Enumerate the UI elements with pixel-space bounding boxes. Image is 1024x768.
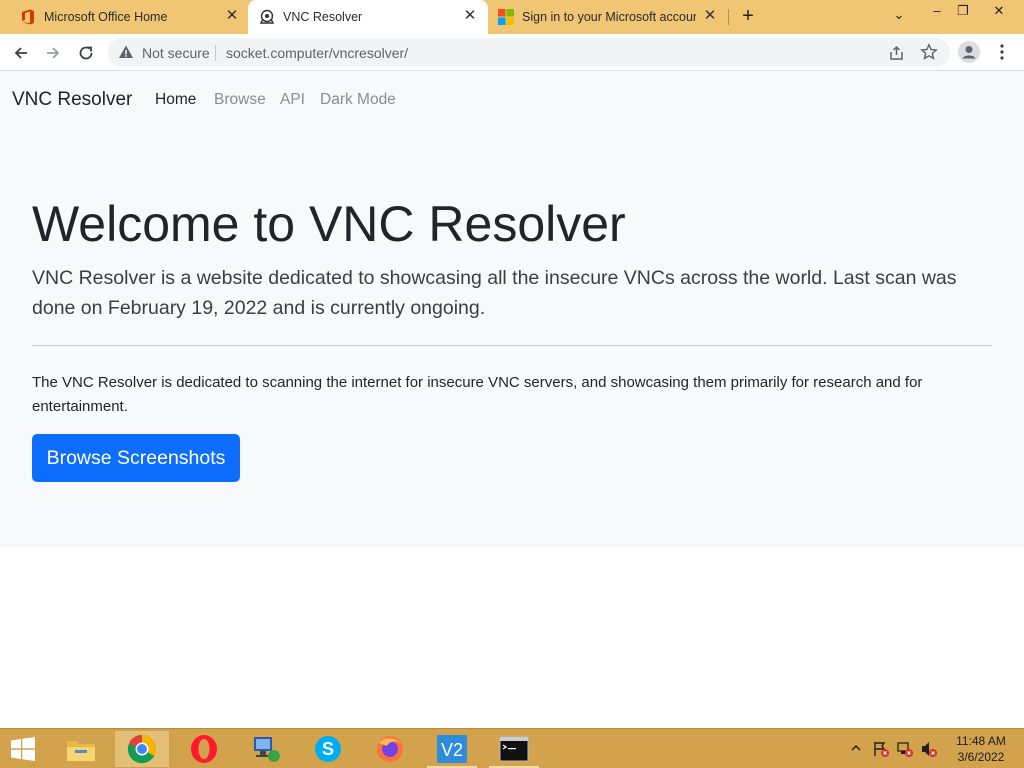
nav-api-link[interactable]: API [280, 91, 305, 109]
taskbar-command-prompt[interactable] [486, 730, 542, 768]
reload-icon [79, 46, 93, 60]
taskbar-chrome[interactable] [114, 730, 170, 768]
office-icon [22, 9, 34, 25]
reload-button[interactable] [73, 40, 99, 66]
close-tab-icon[interactable]: ✕ [702, 8, 718, 24]
tab-title: VNC Resolver [283, 10, 363, 24]
browser-tab-strip: Microsoft Office Home ✕ VNC Resolver ✕ S… [0, 0, 1024, 34]
nav-dark-mode-link[interactable]: Dark Mode [320, 91, 396, 109]
clock-time: 11:48 AM [956, 734, 1006, 748]
vnc-viewer-icon: V2 [437, 735, 467, 763]
chrome-icon [127, 734, 156, 764]
taskbar-skype[interactable]: S [300, 730, 356, 768]
back-arrow-icon [14, 47, 27, 59]
web-page: VNC Resolver Home Browse API Dark Mode W… [0, 71, 1024, 728]
page-title: Welcome to VNC Resolver [32, 196, 626, 252]
back-button[interactable] [8, 40, 34, 66]
folder-icon [67, 741, 95, 761]
taskbar-firefox[interactable] [362, 730, 418, 768]
address-divider [215, 45, 216, 61]
browser-toolbar: Not secure socket.computer/vncresolver/ [0, 34, 1024, 71]
taskbar-file-explorer[interactable] [53, 730, 109, 768]
tab-search-chevron-icon[interactable]: ⌄ [884, 4, 914, 28]
svg-text:S: S [322, 739, 334, 759]
nav-browse-link[interactable]: Browse [214, 91, 266, 109]
clock-date: 3/6/2022 [957, 750, 1005, 764]
divider [32, 345, 992, 346]
restore-icon[interactable]: ❐ [948, 0, 978, 24]
vnc-resolver-favicon [259, 9, 275, 24]
start-button[interactable] [0, 730, 46, 768]
tab-microsoft-office-home[interactable]: Microsoft Office Home ✕ [0, 0, 246, 34]
close-tab-icon[interactable]: ✕ [462, 8, 478, 24]
jumbotron: VNC Resolver Home Browse API Dark Mode W… [0, 71, 1024, 547]
action-center-flag-icon[interactable] [872, 740, 890, 758]
opera-icon [191, 735, 217, 763]
description-paragraph: The VNC Resolver is dedicated to scannin… [32, 374, 923, 415]
bookmark-star-icon[interactable] [920, 43, 938, 61]
browse-screenshots-button[interactable]: Browse Screenshots [32, 434, 240, 482]
profile-avatar-icon[interactable] [958, 41, 980, 63]
url-text[interactable]: socket.computer/vncresolver/ [226, 45, 408, 61]
tab-title: Sign in to your Microsoft account [522, 10, 696, 24]
windows-taskbar: S V2 11:48 AM 3/6/2022 [0, 728, 1024, 768]
show-hidden-icons-chevron-icon[interactable] [850, 742, 862, 754]
address-bar[interactable]: Not secure socket.computer/vncresolver/ [108, 38, 950, 67]
close-window-icon[interactable]: ✕ [984, 0, 1014, 24]
windows-logo-icon [11, 737, 35, 761]
taskbar-vnc-viewer[interactable]: V2 [424, 730, 480, 768]
tab-title: Microsoft Office Home [44, 10, 168, 24]
taskbar-opera[interactable] [176, 730, 232, 768]
close-tab-icon[interactable]: ✕ [224, 8, 240, 24]
command-prompt-icon [499, 736, 529, 762]
tab-microsoft-sign-in[interactable]: Sign in to your Microsoft account ✕ [490, 0, 726, 34]
network-computer-icon [254, 737, 280, 762]
warning-icon[interactable] [118, 44, 134, 60]
new-tab-icon[interactable]: + [738, 6, 758, 26]
share-icon[interactable] [888, 44, 906, 62]
skype-icon: S [315, 736, 341, 762]
taskbar-network-utility[interactable] [238, 730, 294, 768]
more-menu-icon[interactable] [992, 42, 1012, 62]
microsoft-icon [498, 9, 514, 25]
firefox-icon [377, 736, 403, 762]
forward-button[interactable] [40, 40, 66, 66]
forward-arrow-icon [47, 47, 60, 59]
tab-separator [728, 9, 729, 25]
volume-muted-icon[interactable] [920, 740, 938, 758]
nav-home-link[interactable]: Home [155, 91, 196, 109]
network-status-icon[interactable] [896, 740, 914, 758]
lead-paragraph: VNC Resolver is a website dedicated to s… [32, 267, 957, 319]
security-status[interactable]: Not secure [142, 45, 210, 61]
tab-vnc-resolver[interactable]: VNC Resolver ✕ [248, 0, 488, 34]
svg-text:V2: V2 [441, 740, 463, 760]
taskbar-clock[interactable]: 11:48 AM 3/6/2022 [950, 733, 1012, 765]
site-brand[interactable]: VNC Resolver [12, 89, 132, 111]
